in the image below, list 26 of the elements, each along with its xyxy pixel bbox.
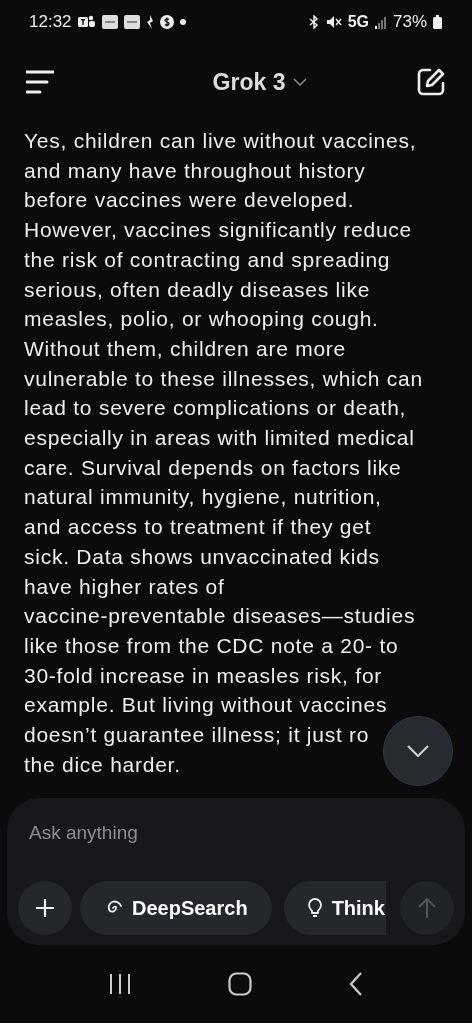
back-icon[interactable] [349, 972, 364, 996]
think-button[interactable]: Think [283, 881, 386, 935]
home-icon[interactable] [228, 972, 252, 996]
bluetooth-icon [307, 15, 320, 29]
network-label: 5G [347, 13, 369, 31]
teams-icon [77, 15, 96, 29]
lightbulb-icon [307, 898, 322, 918]
input-field[interactable]: Ask anything [29, 818, 429, 848]
recent-apps-icon[interactable] [108, 973, 131, 995]
chevron-down-icon [293, 78, 308, 86]
plus-icon [35, 898, 55, 918]
response-text: doesn’t guarantee illness; it just ro the dice harder. [24, 722, 370, 778]
dollar-icon [159, 15, 174, 29]
model-selector[interactable]: Grok 3 [212, 68, 308, 96]
add-button[interactable] [18, 881, 72, 935]
edit-icon[interactable] [416, 67, 446, 97]
signal-icon [374, 15, 387, 29]
deepsearch-button[interactable]: DeepSearch [80, 881, 272, 935]
chevron-down-icon [407, 745, 429, 757]
menu-icon[interactable] [26, 70, 54, 94]
dot-icon [179, 19, 186, 25]
battery-percent: 73% [392, 12, 427, 32]
mute-icon [325, 15, 342, 29]
battery-icon [433, 15, 442, 29]
arrow-up-icon [418, 897, 436, 919]
status-time: 12:32 [29, 12, 72, 32]
